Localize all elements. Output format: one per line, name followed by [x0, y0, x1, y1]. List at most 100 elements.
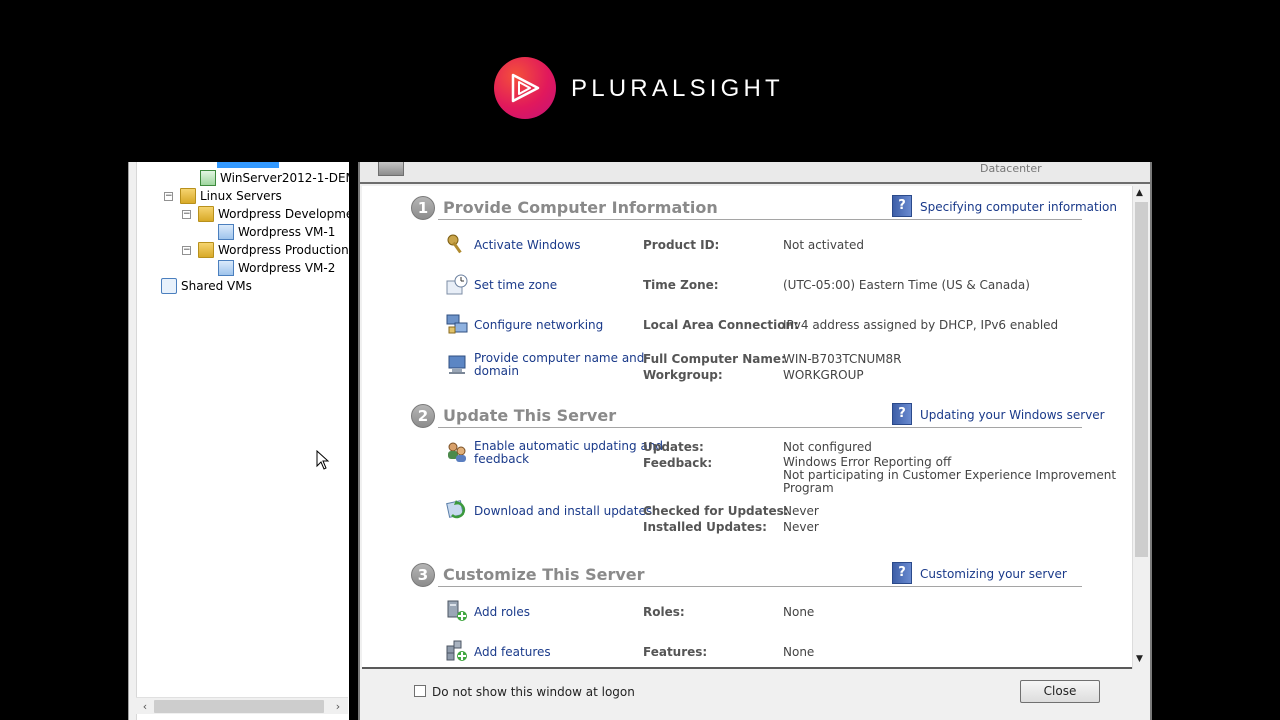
prop-label: Feedback: — [643, 456, 713, 470]
prop-value: Never — [783, 504, 819, 518]
automatic-updating-link[interactable]: Enable automatic updating and feedback — [474, 440, 663, 466]
prop-label: Product ID: — [643, 238, 720, 252]
link-line: feedback — [474, 452, 530, 466]
help-icon[interactable]: ? — [892, 562, 912, 584]
tree-item-wordpress-development[interactable]: − Wordpress Development — [182, 205, 366, 223]
play-icon — [511, 73, 540, 103]
prop-label: Installed Updates: — [643, 520, 767, 534]
section-title: Provide Computer Information — [443, 198, 718, 217]
network-icon — [446, 314, 468, 334]
section-number: 1 — [411, 196, 435, 220]
clock-icon — [446, 274, 468, 295]
prop-label: Time Zone: — [643, 278, 719, 292]
prop-value: WORKGROUP — [783, 368, 864, 382]
update-icon — [446, 500, 466, 519]
add-features-link[interactable]: Add features — [474, 646, 551, 659]
section-number: 3 — [411, 563, 435, 587]
add-roles-link[interactable]: Add roles — [474, 606, 530, 619]
tree-item-label: Linux Servers — [200, 189, 282, 203]
help-link[interactable]: Specifying computer information — [920, 200, 1117, 214]
initial-configuration-dialog: Datacenter 1 Provide Computer Informatio… — [358, 162, 1152, 720]
prop-value: None — [783, 645, 815, 659]
tasks-content: 1 Provide Computer Information ? Specify… — [362, 186, 1132, 669]
help-icon[interactable]: ? — [892, 195, 912, 217]
prop-value: None — [783, 605, 815, 619]
vertical-scrollbar[interactable]: ▲ ▼ — [1132, 186, 1150, 669]
pane-gap — [349, 162, 358, 720]
do-not-show-checkbox[interactable] — [414, 685, 426, 697]
tree-item-wordpress-vm-1[interactable]: Wordpress VM-1 — [218, 223, 335, 241]
tree-item-label: Wordpress Development — [218, 207, 366, 221]
download-updates-link[interactable]: Download and install updates — [474, 505, 652, 518]
horizontal-scrollbar[interactable]: ‹ › — [136, 697, 348, 714]
add-roles-icon — [447, 600, 467, 621]
collapse-icon[interactable]: − — [182, 209, 191, 219]
vm-running-icon — [200, 170, 216, 186]
mouse-cursor-icon — [316, 450, 330, 470]
activate-windows-link[interactable]: Activate Windows — [474, 239, 581, 252]
computer-icon — [448, 355, 466, 374]
tree-item-label: WinServer2012-1-DEMO — [220, 171, 366, 185]
help-icon[interactable]: ? — [892, 403, 912, 425]
tree-selected-item[interactable] — [217, 162, 279, 168]
section-divider — [438, 586, 1082, 587]
tree-pane-edge — [129, 162, 137, 720]
prop-label: Full Computer Name: — [643, 352, 786, 366]
dialog-header: Datacenter — [360, 162, 1150, 184]
scroll-left-icon[interactable]: ‹ — [138, 699, 152, 714]
scroll-right-icon[interactable]: › — [331, 699, 345, 714]
brand-name: PLURALSIGHT — [571, 75, 784, 102]
prop-label: Workgroup: — [643, 368, 723, 382]
tree-item-label: Shared VMs — [181, 279, 252, 293]
scroll-up-icon[interactable]: ▲ — [1136, 188, 1143, 198]
network-icon — [161, 278, 177, 294]
computer-name-link[interactable]: Provide computer name and domain — [474, 352, 644, 378]
prop-value: Not participating in Customer Experience… — [783, 468, 1117, 495]
folder-icon — [180, 188, 196, 204]
prop-value: Never — [783, 520, 819, 534]
collapse-icon[interactable]: − — [164, 191, 173, 201]
folder-icon — [198, 206, 214, 222]
vm-icon — [218, 224, 234, 240]
vm-icon — [218, 260, 234, 276]
tree-item-linux-servers[interactable]: − Linux Servers — [164, 187, 282, 205]
tree-item-shared-vms[interactable]: Shared VMs — [161, 277, 252, 295]
collapse-icon[interactable]: − — [182, 245, 191, 255]
close-button[interactable]: Close — [1020, 680, 1100, 703]
prop-value: IPv4 address assigned by DHCP, IPv6 enab… — [783, 318, 1059, 332]
scroll-down-icon[interactable]: ▼ — [1136, 654, 1143, 664]
scrollbar-thumb[interactable] — [1135, 202, 1148, 557]
prop-value: Not activated — [783, 238, 864, 252]
help-link[interactable]: Customizing your server — [920, 567, 1067, 581]
configure-networking-link[interactable]: Configure networking — [474, 319, 603, 332]
pluralsight-logo — [494, 57, 556, 119]
prop-label: Roles: — [643, 605, 685, 619]
prop-label: Local Area Connection: — [643, 318, 799, 332]
section-title: Update This Server — [443, 406, 617, 425]
tree-item-wordpress-production[interactable]: − Wordpress Production — [182, 241, 349, 259]
set-time-zone-link[interactable]: Set time zone — [474, 279, 557, 292]
section-number: 2 — [411, 404, 435, 428]
prop-value: Not configured — [783, 440, 872, 454]
section-divider — [438, 427, 1082, 428]
tree-item-label: Wordpress VM-1 — [238, 225, 336, 239]
tree-item-wordpress-vm-2[interactable]: Wordpress VM-2 — [218, 259, 335, 277]
edition-label: Datacenter — [980, 162, 1042, 175]
tree-item-label: Wordpress VM-2 — [238, 261, 336, 275]
help-link[interactable]: Updating your Windows server — [920, 408, 1105, 422]
prop-label: Checked for Updates: — [643, 504, 789, 518]
folder-icon — [198, 242, 214, 258]
prop-label: Updates: — [643, 440, 704, 454]
prop-label: Features: — [643, 645, 708, 659]
section-title: Customize This Server — [443, 565, 645, 584]
section-divider — [438, 219, 1082, 220]
do-not-show-label[interactable]: Do not show this window at logon — [432, 685, 635, 699]
prop-value: (UTC-05:00) Eastern Time (US & Canada) — [783, 278, 1030, 292]
tree-item-label: Wordpress Production — [218, 243, 349, 257]
add-features-icon — [446, 640, 467, 661]
scrollbar-thumb[interactable] — [154, 700, 324, 713]
server-icon — [378, 162, 404, 176]
screen: PLURALSIGHT WinServer2012-1-DEMO − Linux… — [0, 0, 1280, 720]
link-line: domain — [474, 364, 519, 378]
tree-item-winserver2012[interactable]: WinServer2012-1-DEMO — [200, 169, 365, 187]
